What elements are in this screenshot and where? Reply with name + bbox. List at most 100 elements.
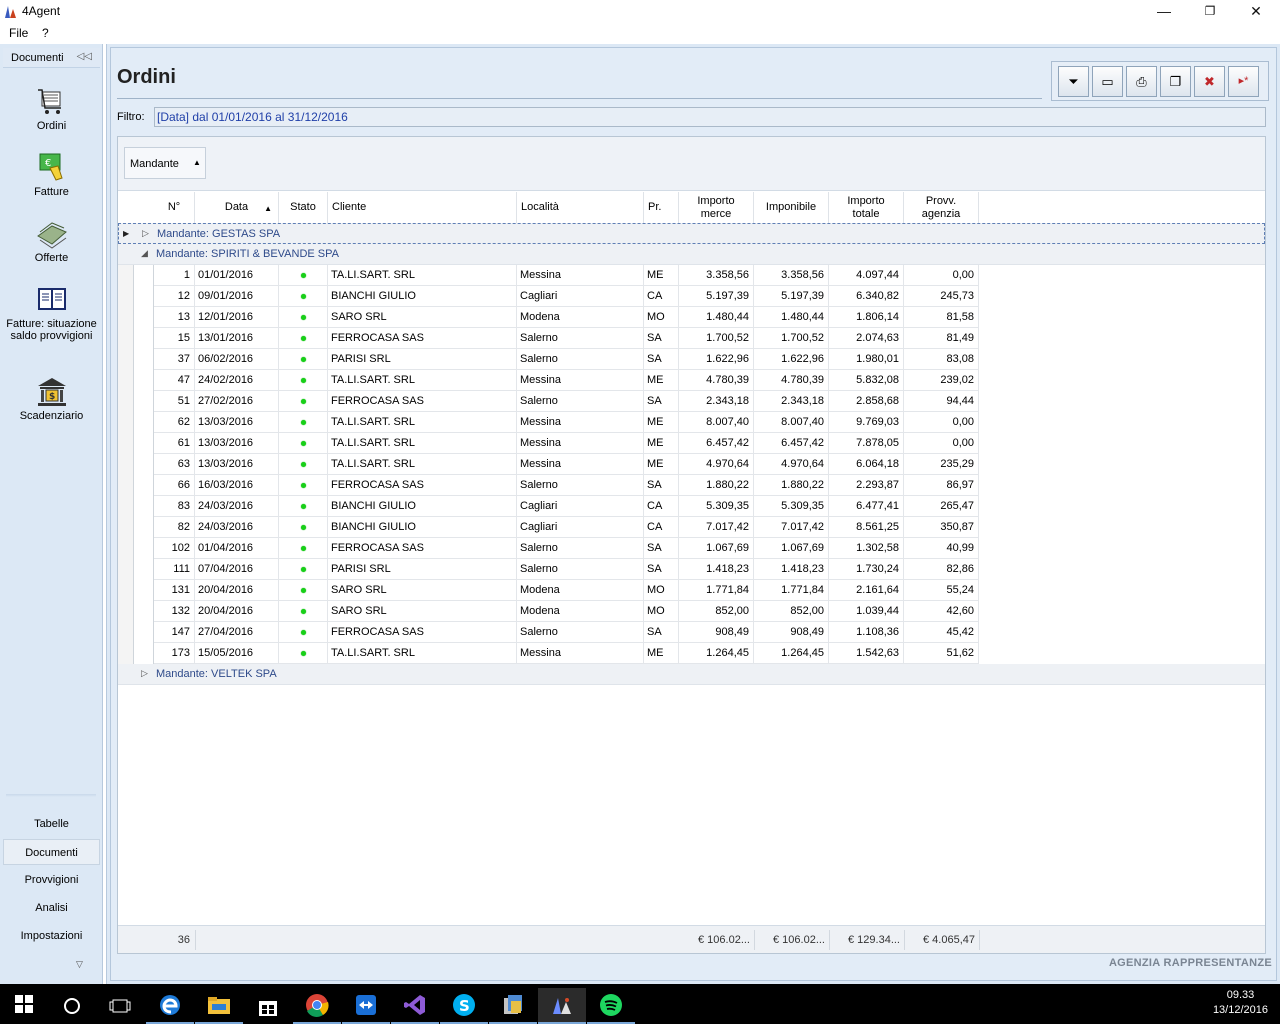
cell-importo-merce[interactable]: 1.771,84 (679, 580, 754, 601)
cell-stato[interactable] (279, 643, 328, 664)
col-header-localita[interactable]: Località (517, 192, 644, 223)
sidebar-item-fatture-saldo-provvigioni[interactable]: Fatture: situazione saldo provvigioni (3, 284, 100, 342)
cell-stato[interactable] (279, 412, 328, 433)
4agent-icon[interactable] (538, 988, 586, 1024)
cell-cliente[interactable]: TA.LI.SART. SRL (328, 412, 517, 433)
cell-imponibile[interactable]: 4.780,39 (754, 370, 829, 391)
row-selector[interactable] (118, 412, 134, 433)
cell-imponibile[interactable]: 1.264,45 (754, 643, 829, 664)
cell-provv-agenzia[interactable]: 235,29 (904, 454, 979, 475)
table-row[interactable]: 111 07/04/2016 PARISI SRL Salerno SA 1.418,23… (118, 559, 979, 580)
cell-importo-totale[interactable]: 4.097,44 (829, 265, 904, 286)
cell-data[interactable]: 16/03/2016 (195, 475, 279, 496)
task-view-icon[interactable] (96, 988, 144, 1024)
cell-cliente[interactable]: FERROCASA SAS (328, 391, 517, 412)
table-row[interactable]: 37 06/02/2016 PARISI SRL Salerno SA 1.622,96 1… (118, 349, 979, 370)
col-header-importo-totale[interactable]: Importo totale (829, 192, 904, 223)
cell-data[interactable]: 12/01/2016 (195, 307, 279, 328)
cell-stato[interactable] (279, 496, 328, 517)
cell-importo-totale[interactable]: 6.064,18 (829, 454, 904, 475)
delete-button[interactable]: ✖ (1194, 66, 1225, 97)
row-selector[interactable] (118, 496, 134, 517)
cell-provv-agenzia[interactable]: 265,47 (904, 496, 979, 517)
cell-localita[interactable]: Messina (517, 412, 644, 433)
spotify-icon[interactable] (587, 988, 635, 1024)
cell-numero[interactable]: 37 (154, 349, 195, 370)
cell-stato[interactable] (279, 349, 328, 370)
row-selector[interactable] (118, 538, 134, 559)
group-row-spiriti-bevande[interactable]: ◢ Mandante: SPIRITI & BEVANDE SPA (118, 244, 1265, 265)
group-analisi[interactable]: Analisi (3, 895, 100, 921)
cell-cliente[interactable]: BIANCHI GIULIO (328, 286, 517, 307)
table-row[interactable]: 51 27/02/2016 FERROCASA SAS Salerno SA 2.343,… (118, 391, 979, 412)
cell-imponibile[interactable]: 852,00 (754, 601, 829, 622)
group-row-veltek[interactable]: ▷ Mandante: VELTEK SPA (118, 664, 1265, 685)
cell-localita[interactable]: Cagliari (517, 286, 644, 307)
cell-provv-agenzia[interactable]: 51,62 (904, 643, 979, 664)
cell-data[interactable]: 13/03/2016 (195, 433, 279, 454)
cell-data[interactable]: 24/03/2016 (195, 496, 279, 517)
cell-localita[interactable]: Messina (517, 454, 644, 475)
col-header-imponibile[interactable]: Imponibile (754, 192, 829, 223)
cell-importo-merce[interactable]: 1.622,96 (679, 349, 754, 370)
table-row[interactable]: 66 16/03/2016 FERROCASA SAS Salerno SA 1.880,… (118, 475, 979, 496)
cell-localita[interactable]: Messina (517, 265, 644, 286)
cell-imponibile[interactable]: 1.418,23 (754, 559, 829, 580)
cell-stato[interactable] (279, 601, 328, 622)
cell-provv-agenzia[interactable]: 81,58 (904, 307, 979, 328)
cell-provv-agenzia[interactable]: 350,87 (904, 517, 979, 538)
cell-localita[interactable]: Salerno (517, 328, 644, 349)
cell-cliente[interactable]: PARISI SRL (328, 559, 517, 580)
cell-provincia[interactable]: SA (644, 328, 679, 349)
col-header-stato[interactable]: Stato (279, 192, 328, 223)
cell-imponibile[interactable]: 1.771,84 (754, 580, 829, 601)
cell-numero[interactable]: 12 (154, 286, 195, 307)
cell-numero[interactable]: 147 (154, 622, 195, 643)
cell-localita[interactable]: Modena (517, 601, 644, 622)
table-row[interactable]: 102 01/04/2016 FERROCASA SAS Salerno SA 1.067… (118, 538, 979, 559)
cell-cliente[interactable]: TA.LI.SART. SRL (328, 454, 517, 475)
cell-provincia[interactable]: CA (644, 496, 679, 517)
row-selector[interactable] (118, 517, 134, 538)
cell-provv-agenzia[interactable]: 245,73 (904, 286, 979, 307)
cell-stato[interactable] (279, 433, 328, 454)
cell-localita[interactable]: Cagliari (517, 517, 644, 538)
cell-localita[interactable]: Messina (517, 433, 644, 454)
menu-help[interactable]: ? (42, 26, 49, 40)
cell-numero[interactable]: 47 (154, 370, 195, 391)
row-selector[interactable] (118, 328, 134, 349)
edge-icon[interactable] (146, 988, 194, 1024)
cell-localita[interactable]: Messina (517, 643, 644, 664)
row-selector[interactable] (118, 559, 134, 580)
cell-stato[interactable] (279, 559, 328, 580)
system-clock[interactable]: 09.33 13/12/2016 (1213, 988, 1268, 1018)
collapse-icon[interactable]: ◢ (141, 248, 148, 259)
cell-localita[interactable]: Modena (517, 307, 644, 328)
cell-imponibile[interactable]: 1.700,52 (754, 328, 829, 349)
table-row[interactable]: 1 01/01/2016 TA.LI.SART. SRL Messina ME 3.358… (118, 265, 979, 286)
cell-provv-agenzia[interactable]: 42,60 (904, 601, 979, 622)
cell-provv-agenzia[interactable]: 81,49 (904, 328, 979, 349)
expand-icon[interactable]: ▷ (141, 668, 148, 679)
cell-localita[interactable]: Modena (517, 580, 644, 601)
cell-imponibile[interactable]: 1.067,69 (754, 538, 829, 559)
row-selector[interactable] (118, 370, 134, 391)
copy-button[interactable]: ❐ (1160, 66, 1191, 97)
cell-data[interactable]: 13/01/2016 (195, 328, 279, 349)
cell-data[interactable]: 20/04/2016 (195, 601, 279, 622)
group-row-gestas[interactable]: ▶ ▷ Mandante: GESTAS SPA (118, 223, 1265, 244)
sidebar-item-offerte[interactable]: Offerte (3, 218, 100, 264)
group-impostazioni[interactable]: Impostazioni (3, 923, 100, 949)
cell-importo-merce[interactable]: 2.343,18 (679, 391, 754, 412)
cell-localita[interactable]: Salerno (517, 349, 644, 370)
cell-importo-merce[interactable]: 1.700,52 (679, 328, 754, 349)
cell-importo-merce[interactable]: 5.309,35 (679, 496, 754, 517)
filter-field[interactable]: [Data] dal 01/01/2016 al 31/12/2016 (154, 107, 1266, 127)
cell-numero[interactable]: 111 (154, 559, 195, 580)
table-row[interactable]: 131 20/04/2016 SARO SRL Modena MO 1.771,84 1.7… (118, 580, 979, 601)
cell-data[interactable]: 27/04/2016 (195, 622, 279, 643)
sidebar-item-scadenziario[interactable]: $ Scadenziario (3, 376, 100, 422)
cell-numero[interactable]: 13 (154, 307, 195, 328)
cell-importo-totale[interactable]: 8.561,25 (829, 517, 904, 538)
table-row[interactable]: 12 09/01/2016 BIANCHI GIULIO Cagliari CA 5.19… (118, 286, 979, 307)
